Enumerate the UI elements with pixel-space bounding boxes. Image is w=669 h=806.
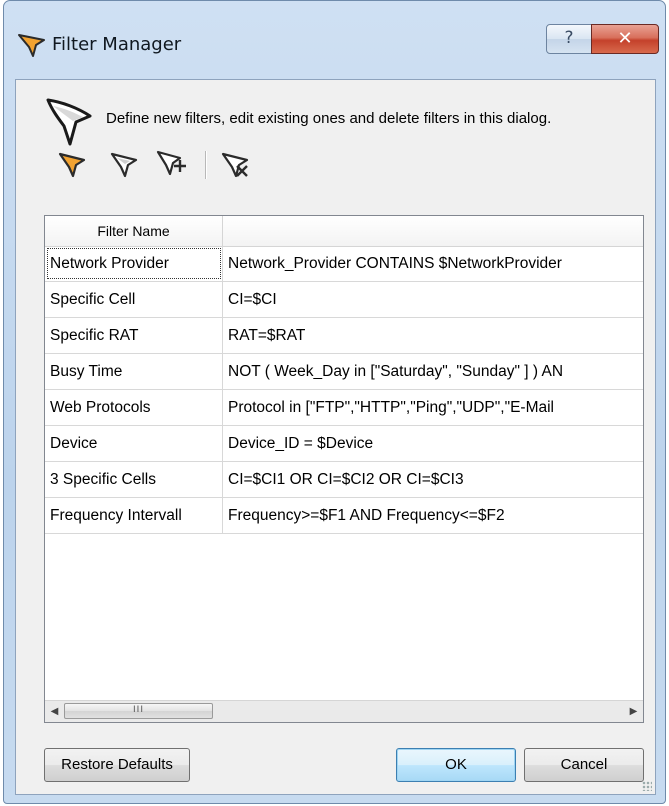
filter-expression-cell[interactable]: CI=$CI1 OR CI=$CI2 OR CI=$CI3 [223,462,643,497]
dialog-body: Define new filters, edit existing ones a… [15,79,656,795]
edit-filter-icon[interactable] [106,146,142,182]
column-header-expression[interactable] [223,216,643,246]
scrollbar-thumb[interactable]: III [64,703,213,719]
filter-funnel-large-icon [46,98,92,146]
toolbar-separator [205,151,207,179]
filter-name-cell[interactable]: 3 Specific Cells [45,462,223,497]
filter-expression-cell[interactable]: CI=$CI [223,282,643,317]
table-row[interactable]: 3 Specific Cells CI=$CI1 OR CI=$CI2 OR C… [45,462,643,498]
filter-expression-cell[interactable]: Protocol in ["FTP","HTTP","Ping","UDP","… [223,390,643,425]
dialog-description: Define new filters, edit existing ones a… [106,110,552,127]
resize-grip-icon[interactable] [642,781,652,791]
help-button[interactable]: ? [546,24,592,54]
filter-expression-cell[interactable]: Frequency>=$F1 AND Frequency<=$F2 [223,498,643,533]
filter-name-cell[interactable]: Device [45,426,223,461]
cancel-button[interactable]: Cancel [524,748,644,782]
copy-filter-icon[interactable] [154,146,190,182]
column-header-filter-name[interactable]: Filter Name [45,216,223,246]
delete-filter-icon[interactable] [217,146,253,182]
restore-defaults-button[interactable]: Restore Defaults [44,748,190,782]
close-button[interactable]: ✕ [591,24,659,54]
filter-expression-cell[interactable]: NOT ( Week_Day in ["Saturday", "Sunday" … [223,354,643,389]
horizontal-scrollbar[interactable]: ◀ III ▶ [45,700,643,722]
ok-button[interactable]: OK [396,748,516,782]
new-filter-icon[interactable] [54,146,90,182]
table-row[interactable]: Specific Cell CI=$CI [45,282,643,318]
scroll-left-arrow-icon[interactable]: ◀ [46,703,63,720]
filter-name-cell[interactable]: Specific Cell [45,282,223,317]
scroll-right-arrow-icon[interactable]: ▶ [625,703,642,720]
filter-name-cell[interactable]: Specific RAT [45,318,223,353]
window-title: Filter Manager [52,34,182,55]
filter-expression-cell[interactable]: Network_Provider CONTAINS $NetworkProvid… [223,246,643,281]
filter-name-cell[interactable]: Frequency Intervall [45,498,223,533]
filter-manager-window: Filter Manager ? ✕ Define new filters, e… [3,0,666,804]
filter-name-cell[interactable]: Web Protocols [45,390,223,425]
filter-name-cell[interactable]: Busy Time [45,354,223,389]
table-row[interactable]: Busy Time NOT ( Week_Day in ["Saturday",… [45,354,643,390]
table-row[interactable]: Device Device_ID = $Device [45,426,643,462]
filter-name-cell[interactable]: Network Provider [45,246,223,281]
filter-expression-cell[interactable]: Device_ID = $Device [223,426,643,461]
title-bar[interactable]: Filter Manager ? ✕ [4,1,665,79]
funnel-icon [18,34,45,57]
table-row[interactable]: Frequency Intervall Frequency>=$F1 AND F… [45,498,643,534]
table-row[interactable]: Specific RAT RAT=$RAT [45,318,643,354]
table-row[interactable]: Network Provider Network_Provider CONTAI… [45,246,643,282]
filter-table[interactable]: Filter Name Network Provider Network_Pro… [44,215,644,723]
toolbar [42,146,642,186]
filter-expression-cell[interactable]: RAT=$RAT [223,318,643,353]
table-header: Filter Name [45,216,643,247]
table-row[interactable]: Web Protocols Protocol in ["FTP","HTTP",… [45,390,643,426]
